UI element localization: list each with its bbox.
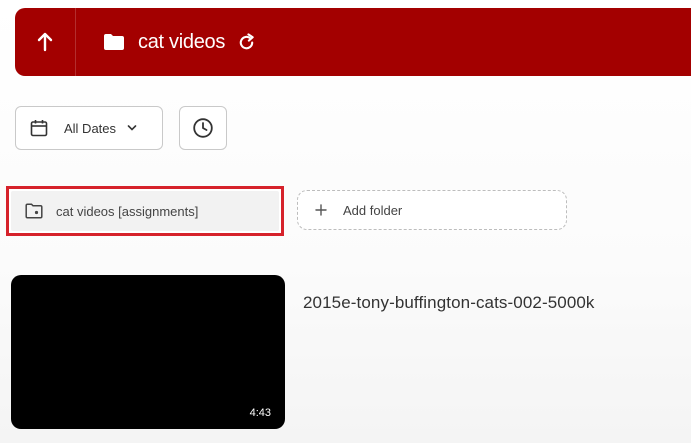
recent-history-button[interactable]: [179, 106, 227, 150]
up-button[interactable]: [15, 8, 76, 76]
chevron-down-icon: [127, 125, 137, 131]
date-filter-dropdown[interactable]: All Dates: [15, 106, 163, 150]
video-title[interactable]: 2015e-tony-buffington-cats-002-5000k: [303, 293, 595, 313]
add-folder-label: Add folder: [343, 202, 403, 218]
folder-chip-assignments[interactable]: cat videos [assignments]: [6, 186, 284, 236]
video-thumbnail[interactable]: 4:43: [11, 275, 285, 429]
folder-chip-inner[interactable]: cat videos [assignments]: [11, 191, 279, 231]
arrow-up-icon: [37, 32, 53, 52]
refresh-icon[interactable]: [237, 32, 256, 52]
plus-icon: [315, 204, 327, 216]
add-folder-button[interactable]: Add folder: [297, 190, 567, 230]
date-filter-label: All Dates: [64, 120, 117, 136]
video-duration: 4:43: [249, 407, 271, 419]
folder-chip-label: cat videos [assignments]: [56, 203, 199, 219]
folder-icon: [25, 203, 43, 219]
folder-title: cat videos: [138, 30, 226, 53]
header-bar: cat videos: [15, 8, 691, 76]
calendar-icon: [30, 120, 48, 137]
clock-icon: [193, 118, 213, 138]
folder-icon: [104, 34, 124, 50]
